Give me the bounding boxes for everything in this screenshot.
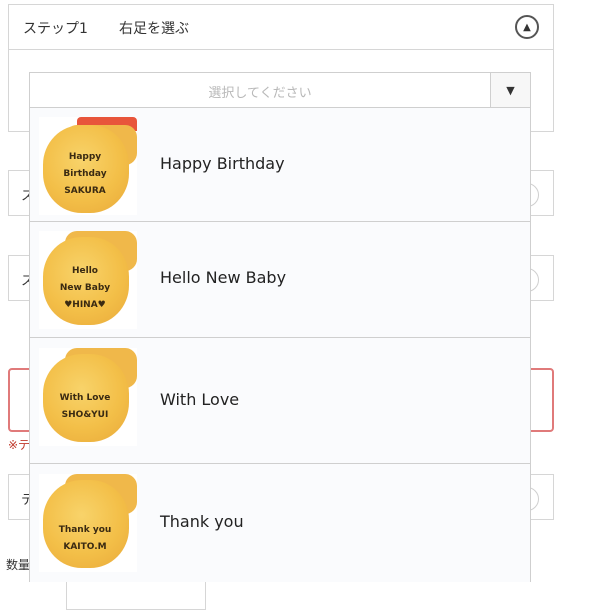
caret-down-icon[interactable]: ▼ <box>490 73 530 107</box>
happy-birthday-thumbnail: Happy Birthday SAKURA <box>39 117 137 215</box>
thumb-line: Happy <box>68 152 102 162</box>
step1-header[interactable]: ステップ1 右足を選ぶ ▲ <box>8 4 554 50</box>
thumb-line: SHO&YUI <box>61 410 109 420</box>
option-label: With Love <box>160 390 240 409</box>
thumb-line: New Baby <box>59 283 111 293</box>
step1-title: 右足を選ぶ <box>119 21 189 37</box>
quantity-label: 数量 <box>6 558 31 572</box>
step1-label: ステップ1 <box>23 21 88 37</box>
option-hello-new-baby[interactable]: Hello New Baby ♥HINA♥ Hello New Baby <box>30 222 530 338</box>
thumb-line: SAKURA <box>64 186 106 196</box>
chevron-up-icon[interactable]: ▲ <box>515 15 539 39</box>
thumb-line: With Love <box>59 393 111 403</box>
note-text: ※テ <box>8 438 31 452</box>
thank-you-thumbnail: Thank you KAITO.M <box>39 474 137 572</box>
thumb-line: KAITO.M <box>63 542 107 552</box>
thumb-line: Birthday <box>63 169 107 179</box>
option-label: Thank you <box>160 512 244 531</box>
dropdown-list: Happy Birthday SAKURA Happy Birthday Hel… <box>29 108 531 582</box>
option-with-love[interactable]: With Love SHO&YUI With Love <box>30 338 530 464</box>
option-label: Happy Birthday <box>160 154 285 173</box>
select-placeholder: 選択してください <box>208 86 312 101</box>
thumb-line: Thank you <box>58 525 112 535</box>
quantity-input[interactable] <box>66 580 206 610</box>
thumb-line: Hello <box>72 266 98 276</box>
hello-new-baby-thumbnail: Hello New Baby ♥HINA♥ <box>39 231 137 329</box>
option-select[interactable]: 選択してください ▼ <box>29 72 531 108</box>
with-love-thumbnail: With Love SHO&YUI <box>39 348 137 446</box>
option-label: Hello New Baby <box>160 268 287 287</box>
option-happy-birthday[interactable]: Happy Birthday SAKURA Happy Birthday <box>30 108 530 222</box>
option-thank-you[interactable]: Thank you KAITO.M Thank you <box>30 464 530 582</box>
thumb-line: ♥HINA♥ <box>64 300 106 310</box>
